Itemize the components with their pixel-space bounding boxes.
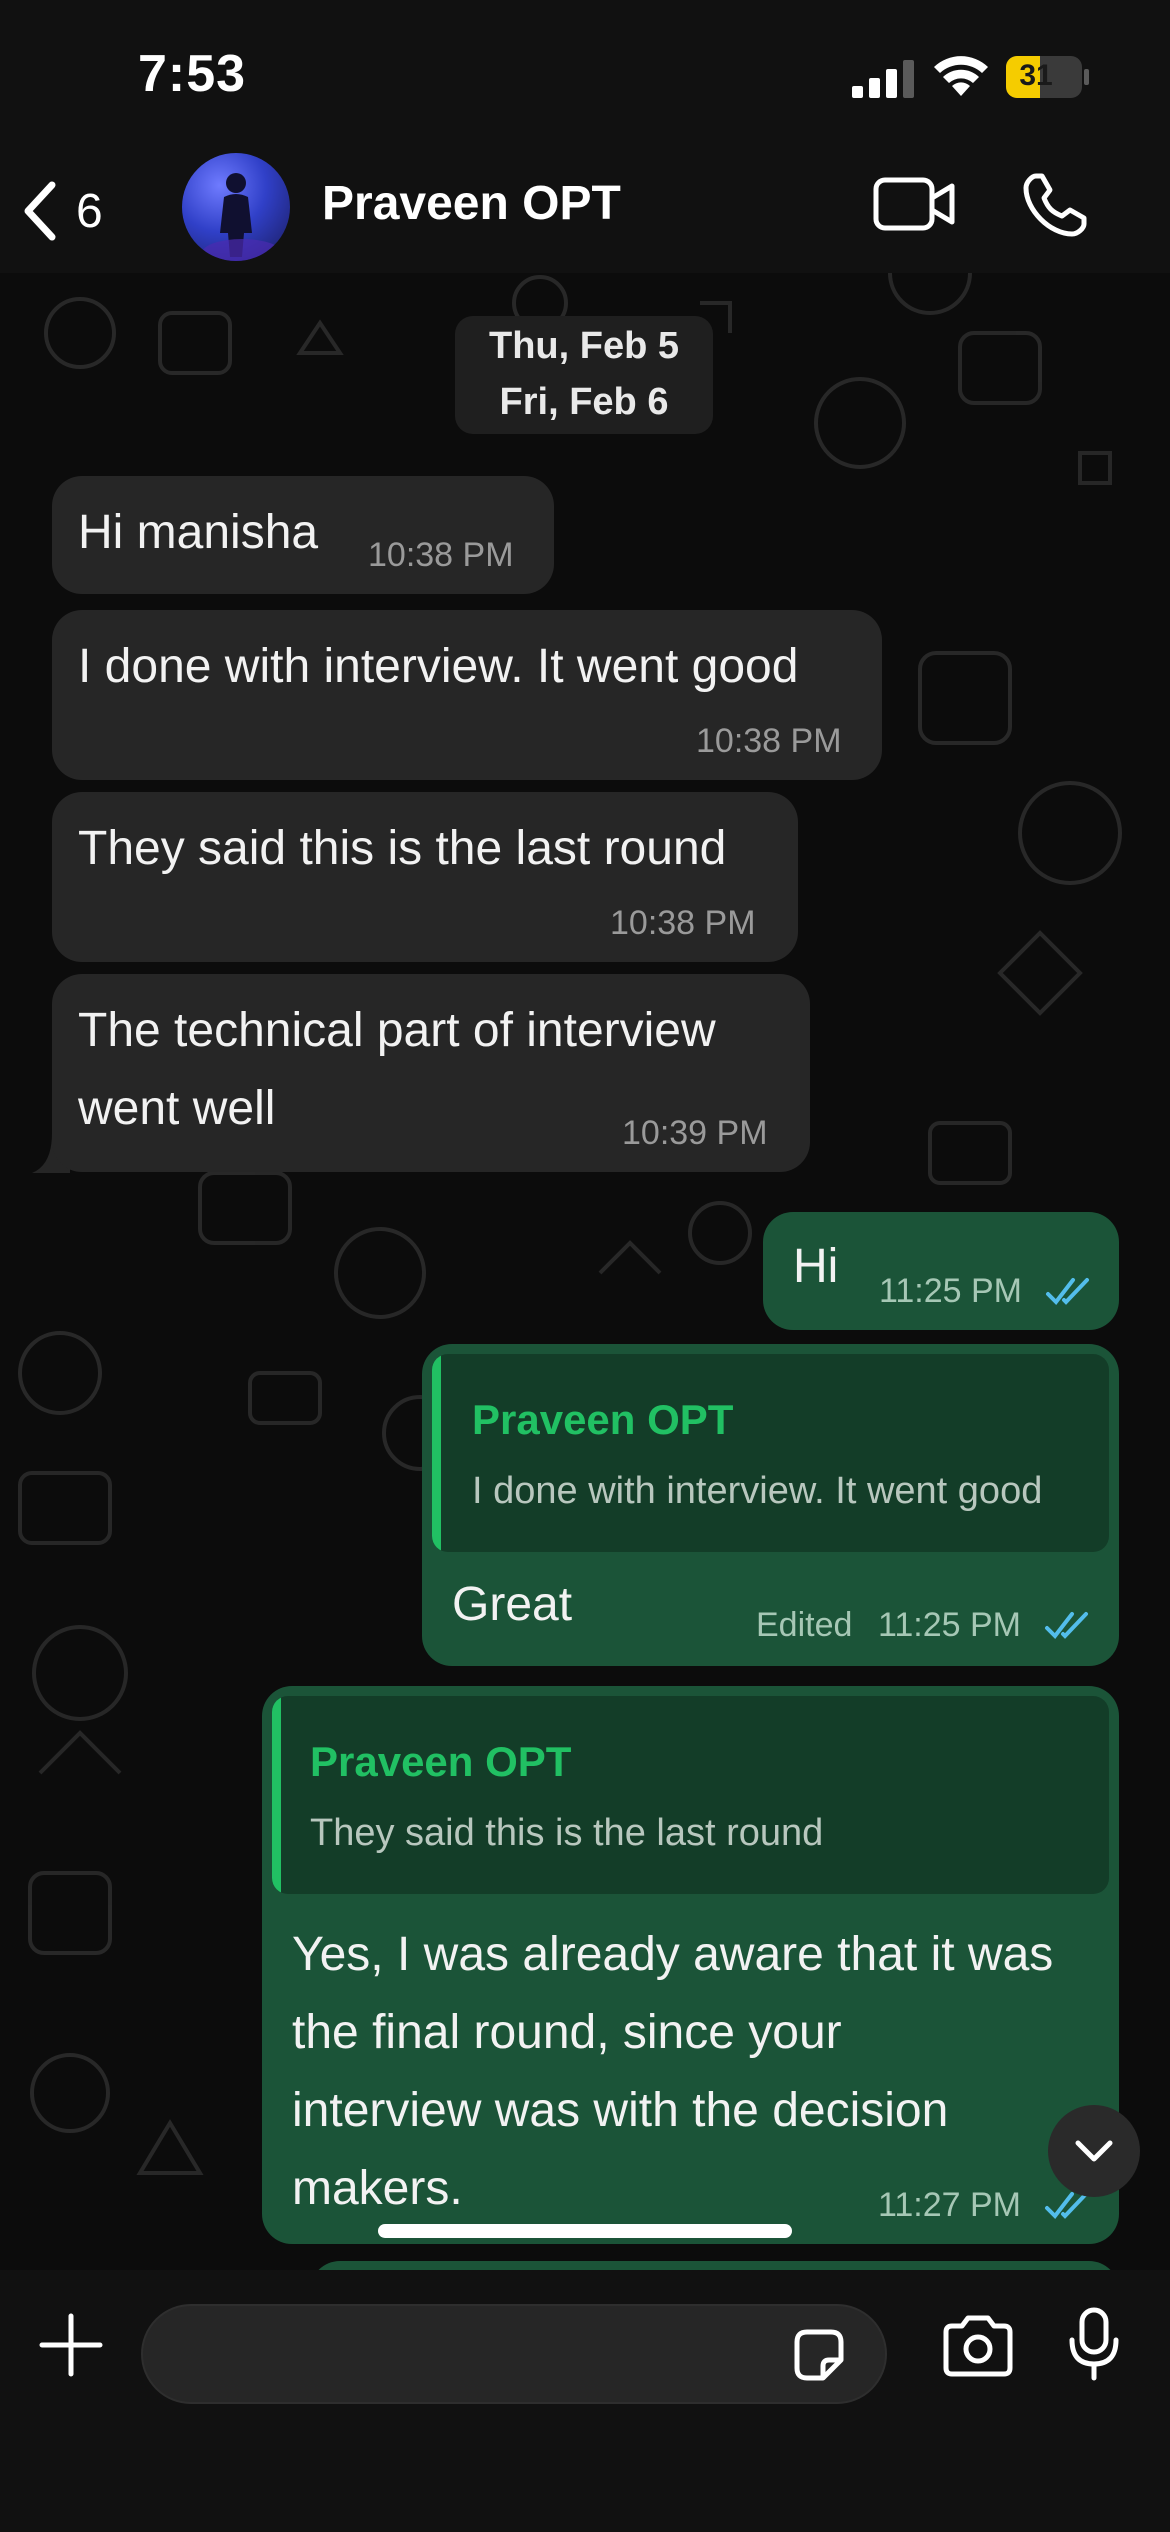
message-time: 11:25 PM xyxy=(879,1272,1023,1310)
edited-label: Edited xyxy=(756,1606,853,1644)
home-indicator[interactable] xyxy=(378,2224,792,2238)
message-text: They said this is the last round xyxy=(78,822,727,875)
contact-name[interactable]: Praveen OPT xyxy=(322,176,621,231)
status-time: 7:53 xyxy=(138,45,247,103)
unread-chats-count: 6 xyxy=(76,184,103,238)
message-text-line: makers. xyxy=(292,2162,463,2215)
message-time: 10:38 PM xyxy=(610,904,756,942)
cellular-signal-icon xyxy=(852,60,914,98)
battery-level: 31 xyxy=(1019,59,1053,92)
outgoing-reply-message[interactable]: Praveen OPT I done with interview. It we… xyxy=(422,1344,1119,1666)
video-call-button[interactable] xyxy=(872,174,958,234)
sticker-icon[interactable] xyxy=(789,2326,849,2386)
chevron-left-icon xyxy=(24,181,56,241)
outgoing-reply-message[interactable]: Praveen OPT They said this is the last r… xyxy=(262,1686,1119,2244)
back-button[interactable]: 6 xyxy=(20,170,140,252)
outgoing-message[interactable]: Hi 11:25 PM xyxy=(763,1212,1119,1330)
message-text-line: went well xyxy=(78,1082,276,1135)
wifi-icon xyxy=(934,56,988,96)
quote-accent-bar xyxy=(432,1354,441,1552)
quote-accent-bar xyxy=(272,1696,281,1894)
incoming-message[interactable]: They said this is the last round 10:38 P… xyxy=(52,792,798,962)
microphone-button[interactable] xyxy=(1064,2306,1124,2382)
message-time: 10:38 PM xyxy=(696,722,842,760)
message-text: Hi manisha xyxy=(78,506,319,559)
quoted-text: I done with interview. It went good xyxy=(472,1470,1043,1512)
message-time: 10:38 PM xyxy=(368,536,514,574)
quoted-message[interactable]: Praveen OPT I done with interview. It we… xyxy=(432,1354,1109,1552)
chat-header: 6 Praveen OPT xyxy=(0,150,1170,273)
date-separator: Thu, Feb 5 Fri, Feb 6 xyxy=(455,316,713,434)
incoming-message[interactable]: The technical part of interview went wel… xyxy=(52,974,810,1172)
quoted-sender-name: Praveen OPT xyxy=(472,1396,734,1443)
chat-screen: 7:53 31 6 Praveen OPT Thu, Feb 5 Fri, Fe… xyxy=(0,0,1170,2532)
incoming-message[interactable]: I done with interview. It went good 10:3… xyxy=(52,610,882,780)
message-time: 11:27 PM xyxy=(878,2186,1022,2224)
message-input[interactable] xyxy=(141,2304,887,2404)
message-text: I done with interview. It went good xyxy=(78,640,799,693)
date-label-1: Thu, Feb 5 xyxy=(489,325,679,367)
message-time: 11:25 PM xyxy=(878,1606,1022,1644)
date-label-2: Fri, Feb 6 xyxy=(499,381,669,423)
message-text-line: Yes, I was already aware that it was xyxy=(292,1928,1054,1981)
message-text-line: The technical part of interview xyxy=(78,1004,716,1057)
message-text: Hi xyxy=(793,1240,839,1293)
read-receipt-icon xyxy=(1045,1612,1088,1640)
message-composer xyxy=(0,2270,1170,2532)
read-receipt-icon xyxy=(1046,1278,1089,1306)
chevron-down-icon xyxy=(1075,2140,1113,2162)
incoming-message[interactable]: Hi manisha 10:38 PM xyxy=(52,476,554,594)
quoted-text: They said this is the last round xyxy=(310,1812,824,1854)
outgoing-message-partial[interactable] xyxy=(310,2261,1119,2270)
camera-button[interactable] xyxy=(940,2314,1016,2378)
message-list[interactable]: Thu, Feb 5 Fri, Feb 6 Hi manisha 10:38 P… xyxy=(0,273,1170,2270)
message-text: Great xyxy=(452,1578,573,1631)
status-bar: 7:53 31 xyxy=(0,0,1170,150)
phone-call-button[interactable] xyxy=(1020,170,1090,240)
message-text-line: interview was with the decision xyxy=(292,2084,949,2137)
plus-attach-button[interactable] xyxy=(36,2310,106,2380)
scroll-to-bottom-button[interactable] xyxy=(1048,2105,1140,2197)
quoted-message[interactable]: Praveen OPT They said this is the last r… xyxy=(272,1696,1109,1894)
contact-avatar[interactable] xyxy=(182,153,290,261)
message-text-line: the final round, since your xyxy=(292,2006,842,2059)
message-time: 10:39 PM xyxy=(622,1114,768,1152)
quoted-sender-name: Praveen OPT xyxy=(310,1738,572,1785)
